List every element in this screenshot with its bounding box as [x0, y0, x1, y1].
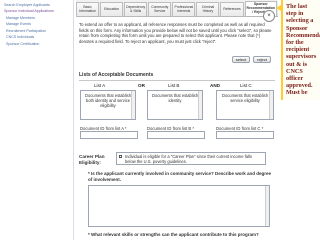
tab-label: Education [104, 6, 120, 11]
list-c-heading: List C [240, 83, 252, 88]
tab-community-service[interactable]: Community Service [148, 2, 172, 16]
tab-label: References [223, 6, 241, 11]
list-c-option: Documents that establish service eligibi… [222, 93, 268, 104]
career-plan-box: Individual is eligible for a "Career Pla… [116, 152, 266, 165]
community-service-textarea[interactable] [88, 185, 270, 227]
help-tooltip: The last step in selecting a Sponsor Rec… [281, 0, 320, 100]
tab-criminal-history[interactable]: Criminal History [196, 2, 220, 16]
list-b-option: Documents that establish identity [152, 93, 198, 104]
career-plan-text: Individual is eligible for a "Career Pla… [125, 154, 252, 164]
career-plan-checkbox[interactable] [119, 154, 122, 158]
tab-basic-information[interactable]: Basic Information [76, 2, 100, 16]
list-a-scrollbar[interactable] [131, 91, 135, 119]
textarea-scrollbar[interactable] [265, 186, 269, 226]
tab-label: Community Service [151, 4, 169, 13]
sidebar-item-manage-members[interactable]: Manage Members [0, 15, 73, 22]
list-a-select[interactable]: Documents that establish both identity a… [80, 90, 136, 120]
tab-dependency-skills[interactable]: Dependency & Skills [124, 2, 148, 16]
select-button[interactable]: select [232, 56, 250, 63]
sidebar-item-search-applicants[interactable]: Search Employee Applicants [0, 2, 73, 9]
tab-professional-interests[interactable]: Professional Interests [172, 2, 196, 16]
section-title-acceptable-documents: Lists of Acceptable Documents [79, 72, 275, 81]
career-plan-label: Career Plan Eligibility: [79, 154, 105, 165]
list-b-scrollbar[interactable] [198, 91, 202, 119]
sidebar-item-recruitment[interactable]: Recruitment Participation [0, 28, 73, 35]
sidebar-item-sponsor-certification[interactable]: Sponsor Certification [0, 42, 73, 49]
or-operator: OR [138, 83, 145, 88]
tab-bar: Basic Information Education Dependency &… [76, 0, 278, 17]
main-panel: Basic Information Education Dependency &… [76, 0, 278, 240]
tooltip-text: The last step in selecting a Sponsor Rec… [286, 3, 320, 97]
docid-c-input[interactable] [216, 131, 274, 139]
and-operator: AND [210, 83, 220, 88]
list-a-heading: List A [94, 83, 106, 88]
instructions-text: To extend an offer to an applicant, all … [79, 22, 272, 44]
list-b-heading: List B [168, 83, 180, 88]
docid-b-input[interactable] [147, 131, 205, 139]
list-c-scrollbar[interactable] [269, 91, 273, 119]
reject-button[interactable]: reject [253, 56, 271, 63]
sidebar-item-manage-events[interactable]: Manage Events [0, 22, 73, 29]
docid-a-input[interactable] [80, 131, 138, 139]
tab-label: Professional Interests [174, 4, 194, 13]
tab-label: Criminal History [201, 4, 215, 13]
tooltip-close-button[interactable]: × [263, 10, 275, 22]
tab-education[interactable]: Education [100, 2, 124, 16]
sidebar-item-cncs-individuals[interactable]: CNCS Individuals [0, 35, 73, 42]
tab-references[interactable]: References [220, 2, 244, 16]
tab-label: Dependency & Skills [126, 4, 146, 13]
list-b-select[interactable]: Documents that establish identity [147, 90, 203, 120]
question-relevant-skills: * What relevant skills or strengths can … [88, 232, 259, 237]
list-a-option: Documents that establish both identity a… [85, 93, 131, 109]
question-community-service: * Is the applicant currently involved in… [88, 171, 272, 182]
tab-label: Basic Information [79, 4, 97, 13]
sidebar-item-sponsor-applications[interactable]: Sponsor Individual Applications [0, 9, 73, 16]
sidebar: Search Employee Applicants Sponsor Indiv… [0, 0, 74, 240]
list-c-select[interactable]: Documents that establish service eligibi… [216, 90, 274, 120]
